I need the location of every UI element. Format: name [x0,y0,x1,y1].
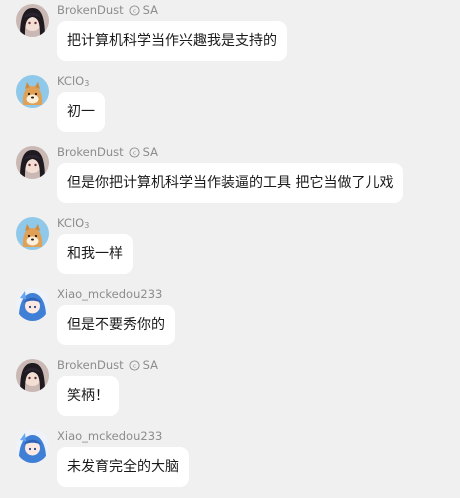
sender-name-text: BrokenDust [57,358,124,372]
sender-name: Xiao_mckedou233 [57,286,162,302]
shiba-dog-avatar-icon[interactable] [16,217,49,250]
chat-message: KClO 3 和我一样 [0,215,460,285]
dark-haired-avatar-icon[interactable] [16,4,49,37]
sender-name: BrokenDust c SA [57,357,158,373]
blue-haired-anime-avatar-icon[interactable] [16,430,49,463]
chat-message: Xiao_mckedou233 但是不要秀你的 [0,286,460,356]
sender-name-text: BrokenDust [57,145,124,159]
svg-text:c: c [133,363,136,369]
chat-message-list: BrokenDust c SA 把计算机科学当作兴趣我是支持的 KClO 3 初… [0,0,460,493]
message-bubble[interactable]: 把计算机科学当作兴趣我是支持的 [57,21,287,61]
chat-message: BrokenDust c SA 但是你把计算机科学当作装逼的工具 把它当做了儿戏 [0,144,460,214]
message-bubble[interactable]: 未发育完全的大脑 [57,447,189,487]
sender-name: Xiao_mckedou233 [57,428,162,444]
sender-name-text: BrokenDust [57,3,124,17]
shiba-dog-avatar-icon[interactable] [16,75,49,108]
sender-name: BrokenDust c SA [57,144,158,160]
cc-sa-icon: c [129,359,140,371]
message-bubble[interactable]: 和我一样 [57,234,133,274]
sender-name-text: KClO [57,74,85,88]
badge-text: SA [142,145,159,159]
sender-name-text: Xiao_mckedou233 [57,429,163,443]
sender-name-text: Xiao_mckedou233 [57,287,163,301]
svg-text:c: c [133,8,136,14]
message-bubble[interactable]: 笑柄！ [57,376,119,416]
chat-message: KClO 3 初一 [0,73,460,143]
sa-badge: c SA [129,2,158,18]
chat-message: Xiao_mckedou233 未发育完全的大脑 [0,428,460,498]
dark-haired-avatar-icon[interactable] [16,146,49,179]
sender-name: KClO 3 [57,73,89,89]
svg-text:c: c [133,150,136,156]
message-bubble[interactable]: 初一 [57,92,105,132]
sender-name: BrokenDust c SA [57,2,158,18]
sa-badge: c SA [129,357,158,373]
badge-text: SA [142,358,159,372]
message-bubble[interactable]: 但是不要秀你的 [57,305,175,345]
cc-sa-icon: c [129,146,140,158]
chat-message: BrokenDust c SA 把计算机科学当作兴趣我是支持的 [0,2,460,72]
blue-haired-anime-avatar-icon[interactable] [16,288,49,321]
sender-name-subscript: 3 [84,79,90,88]
sender-name: KClO 3 [57,215,89,231]
dark-haired-avatar-icon[interactable] [16,359,49,392]
sender-name-text: KClO [57,216,85,230]
badge-text: SA [142,3,159,17]
sa-badge: c SA [129,144,158,160]
sender-name-subscript: 3 [84,221,90,230]
message-bubble[interactable]: 但是你把计算机科学当作装逼的工具 把它当做了儿戏 [57,163,404,203]
cc-sa-icon: c [129,4,140,16]
chat-message: BrokenDust c SA 笑柄！ [0,357,460,427]
